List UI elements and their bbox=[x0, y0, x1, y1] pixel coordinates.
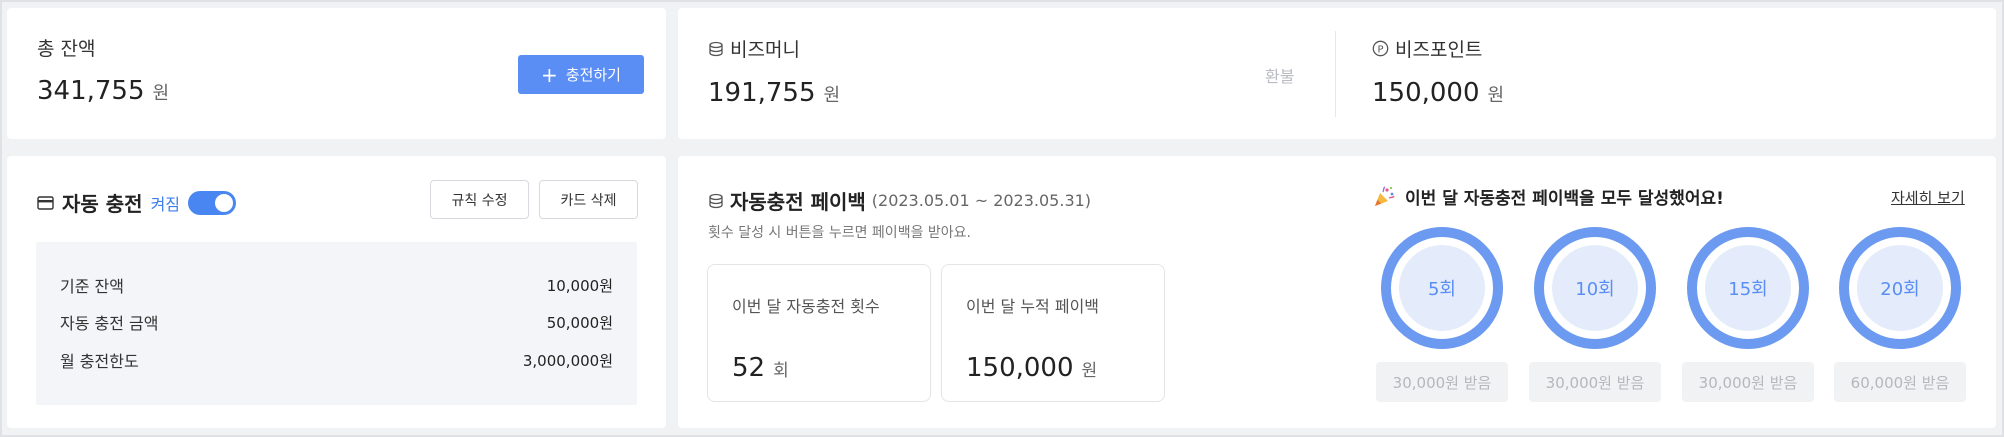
settings-row-value: 3,000,000원 bbox=[522, 351, 613, 370]
total-balance-label: 총 잔액 bbox=[37, 38, 96, 60]
monthly-count-card: 이번 달 자동충전 횟수 52 회 bbox=[707, 264, 931, 402]
reward-received-button[interactable]: 30,000원 받음 bbox=[1682, 362, 1814, 402]
payback-card: 자동충전 페이백 (2023.05.01 ~ 2023.05.31) 횟수 달성 … bbox=[678, 156, 1996, 428]
monthly-payback-value: 150,000 bbox=[966, 353, 1074, 383]
settings-row-value: 10,000원 bbox=[546, 276, 613, 295]
settings-row-base-balance: 기준 잔액 10,000원 bbox=[60, 274, 613, 297]
payback-title: 자동충전 페이백 bbox=[730, 190, 866, 214]
payback-header: 자동충전 페이백 (2023.05.01 ~ 2023.05.31) bbox=[708, 186, 1091, 215]
milestone-ring-20: 20회 bbox=[1839, 227, 1961, 349]
monthly-payback-card: 이번 달 누적 페이백 150,000 원 bbox=[941, 264, 1165, 402]
payback-period: (2023.05.01 ~ 2023.05.31) bbox=[871, 191, 1092, 210]
delete-card-button[interactable]: 카드 삭제 bbox=[539, 180, 638, 219]
monthly-count-label: 이번 달 자동충전 횟수 bbox=[732, 297, 880, 316]
point-circle-icon: P bbox=[1372, 40, 1389, 57]
monthly-payback-label: 이번 달 누적 페이백 bbox=[966, 297, 1100, 316]
edit-rule-button[interactable]: 규칙 수정 bbox=[430, 180, 529, 219]
detail-link[interactable]: 자세히 보기 bbox=[1891, 187, 1965, 208]
auto-charge-card: 자동 충전 켜짐 규칙 수정 카드 삭제 기준 잔액 10,000원 자동 충전… bbox=[7, 156, 666, 428]
party-popper-icon bbox=[1372, 185, 1396, 209]
card-icon bbox=[37, 195, 54, 210]
bizmoney-label: 비즈머니 bbox=[730, 39, 800, 61]
wallet-card: 비즈머니 191,755 원 환불 P 비즈포인트 150,000 원 bbox=[678, 8, 1996, 139]
milestone-ring-10: 10회 bbox=[1534, 227, 1656, 349]
auto-charge-settings: 기준 잔액 10,000원 자동 충전 금액 50,000원 월 충전한도 3,… bbox=[36, 242, 637, 405]
monthly-count-value: 52 bbox=[732, 353, 766, 383]
total-balance-value: 341,755 bbox=[37, 76, 145, 106]
milestone-label: 10회 bbox=[1552, 245, 1638, 331]
total-balance-card: 총 잔액 341,755 원 + 충전하기 bbox=[7, 8, 666, 139]
payback-subtitle: 횟수 달성 시 버튼을 누르면 페이백을 받아요. bbox=[708, 225, 971, 241]
settings-row-label: 자동 충전 금액 bbox=[60, 314, 159, 333]
bizmoney-unit: 원 bbox=[823, 85, 841, 106]
milestone-title: 이번 달 자동충전 페이백을 모두 달성했어요! bbox=[1405, 189, 1724, 209]
auto-charge-status: 켜짐 bbox=[150, 194, 181, 214]
milestone-header: 이번 달 자동충전 페이백을 모두 달성했어요! bbox=[1372, 184, 1724, 209]
monthly-payback-amount: 150,000 원 bbox=[966, 353, 1097, 383]
auto-charge-toggle[interactable] bbox=[188, 190, 237, 215]
charge-button-label: 충전하기 bbox=[565, 66, 621, 84]
coin-stack-icon bbox=[708, 193, 724, 209]
charge-button[interactable]: + 충전하기 bbox=[518, 55, 644, 94]
total-balance-unit: 원 bbox=[152, 83, 170, 104]
toggle-knob bbox=[215, 193, 234, 212]
milestone-ring-15: 15회 bbox=[1687, 227, 1809, 349]
milestone-label: 20회 bbox=[1857, 245, 1943, 331]
milestone-ring-5: 5회 bbox=[1381, 227, 1503, 349]
settings-row-label: 기준 잔액 bbox=[60, 277, 124, 296]
monthly-count-amount: 52 회 bbox=[732, 353, 789, 383]
bizpoint-label: 비즈포인트 bbox=[1395, 39, 1483, 61]
reward-received-button[interactable]: 30,000원 받음 bbox=[1376, 362, 1508, 402]
reward-received-button[interactable]: 30,000원 받음 bbox=[1529, 362, 1661, 402]
bizpoint-amount: 150,000 원 bbox=[1372, 78, 1504, 108]
settings-row-value: 50,000원 bbox=[546, 313, 613, 332]
bizpoint-header: P 비즈포인트 bbox=[1372, 35, 1482, 62]
bizpoint-value: 150,000 bbox=[1372, 78, 1480, 108]
bizpoint-unit: 원 bbox=[1487, 85, 1505, 106]
auto-charge-header: 자동 충전 켜짐 bbox=[37, 188, 237, 217]
svg-text:P: P bbox=[1377, 44, 1383, 55]
auto-charge-title: 자동 충전 bbox=[62, 192, 143, 216]
bizmoney-header: 비즈머니 bbox=[708, 35, 800, 62]
coin-stack-icon bbox=[708, 41, 724, 57]
plus-icon: + bbox=[541, 62, 558, 87]
total-balance-amount: 341,755 원 bbox=[37, 76, 169, 106]
monthly-payback-unit: 원 bbox=[1081, 361, 1098, 381]
bizmoney-value: 191,755 bbox=[708, 78, 816, 108]
refund-link[interactable]: 환불 bbox=[1265, 63, 1294, 87]
reward-received-button[interactable]: 60,000원 받음 bbox=[1834, 362, 1966, 402]
divider bbox=[1335, 31, 1336, 117]
bizmoney-amount: 191,755 원 bbox=[708, 78, 840, 108]
settings-row-monthly-limit: 월 충전한도 3,000,000원 bbox=[60, 349, 613, 372]
milestone-label: 5회 bbox=[1399, 245, 1485, 331]
monthly-count-unit: 회 bbox=[773, 361, 789, 381]
milestone-label: 15회 bbox=[1705, 245, 1791, 331]
settings-row-label: 월 충전한도 bbox=[60, 352, 139, 371]
settings-row-charge-amount: 자동 충전 금액 50,000원 bbox=[60, 311, 613, 334]
